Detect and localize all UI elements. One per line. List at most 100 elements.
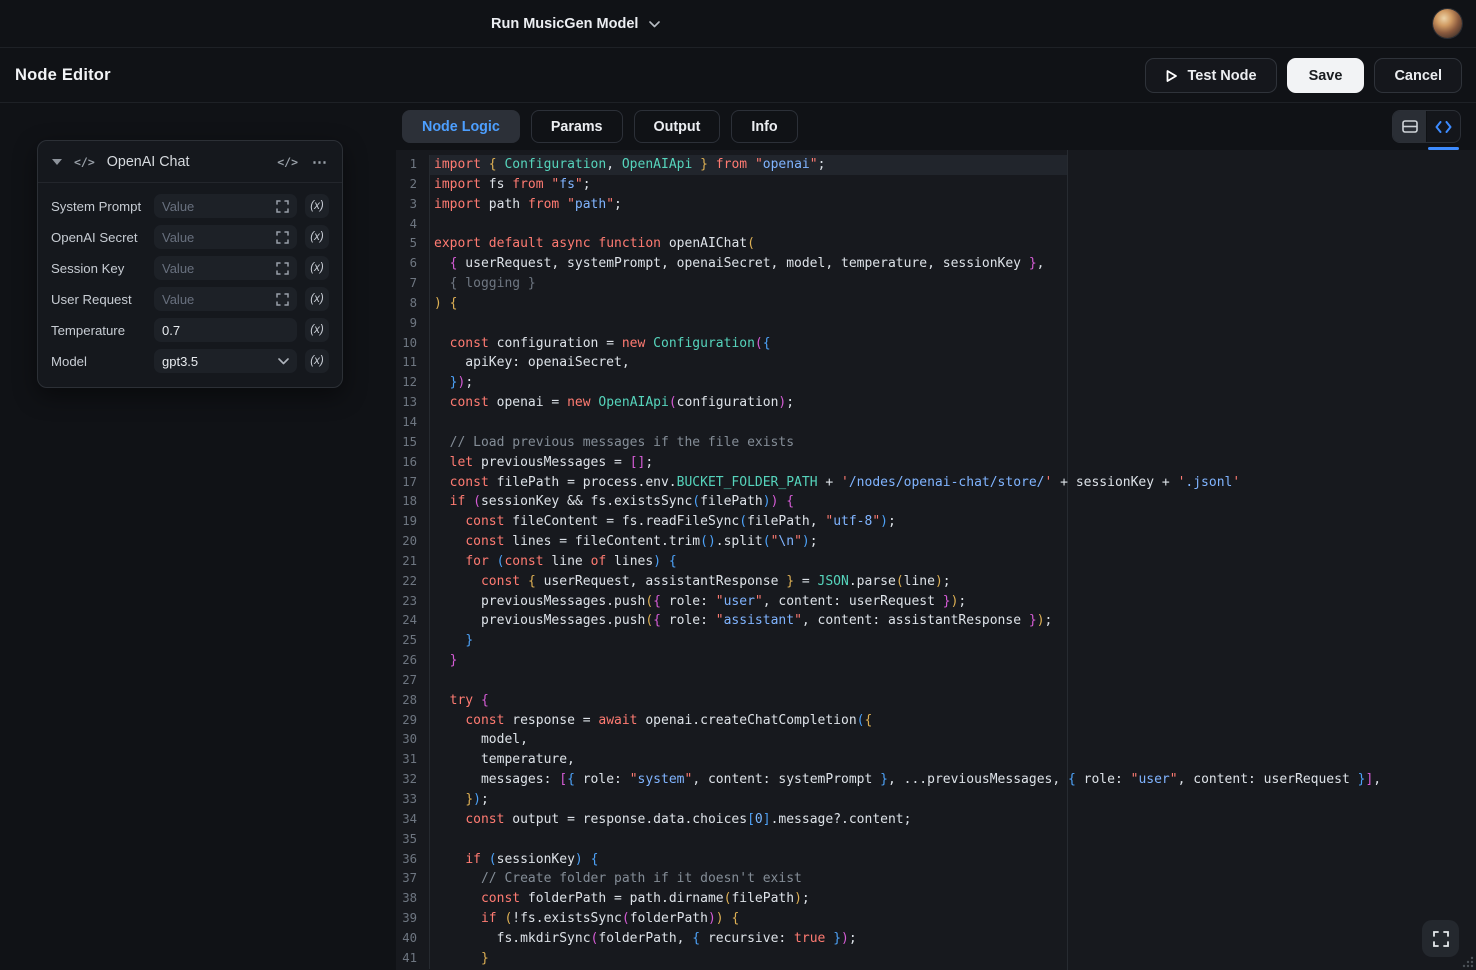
collapse-caret-icon[interactable] — [52, 159, 62, 165]
code-text: const configuration = new Configuration(… — [430, 334, 771, 354]
code-text: import fs from "fs"; — [430, 175, 591, 195]
node-menu-button[interactable]: ⋯ — [312, 153, 328, 171]
line-number: 40 — [396, 929, 430, 949]
code-line: 19 const fileContent = fs.readFileSync(f… — [396, 512, 1476, 532]
fx-button[interactable]: (x) — [305, 349, 329, 373]
line-number: 34 — [396, 810, 430, 830]
play-icon — [1165, 69, 1178, 83]
cancel-button[interactable]: Cancel — [1374, 58, 1462, 93]
expand-icon[interactable] — [276, 262, 289, 275]
node-card-actions: </> ⋯ — [277, 153, 328, 171]
code-view-icon — [1435, 121, 1452, 133]
field-row-session-key: Session Key Value (x) — [51, 256, 329, 280]
field-row-temperature: Temperature 0.7 (x) — [51, 318, 329, 342]
code-text: const response = await openai.createChat… — [430, 711, 872, 731]
code-line: 26 } — [396, 651, 1476, 671]
workflow-title: Run MusicGen Model — [491, 16, 638, 32]
code-line: 33 }); — [396, 790, 1476, 810]
field-value: Value — [162, 199, 270, 214]
line-number: 12 — [396, 373, 430, 393]
code-line: 9 — [396, 314, 1476, 334]
code-line: 4 — [396, 215, 1476, 235]
expand-icon[interactable] — [276, 293, 289, 306]
chevron-down-icon — [649, 21, 660, 28]
field-value: Value — [162, 261, 270, 276]
code-line: 1import { Configuration, OpenAIApi } fro… — [396, 155, 1476, 175]
line-number: 36 — [396, 850, 430, 870]
fx-button[interactable]: (x) — [305, 318, 329, 342]
system-prompt-input[interactable]: Value — [154, 194, 297, 218]
save-button[interactable]: Save — [1287, 58, 1365, 93]
code-line: 37 // Create folder path if it doesn't e… — [396, 869, 1476, 889]
expand-icon[interactable] — [276, 200, 289, 213]
code-line: 3import path from "path"; — [396, 195, 1476, 215]
code-text: } — [430, 631, 473, 651]
node-card: </> OpenAI Chat </> ⋯ System Prompt Valu… — [37, 140, 343, 388]
tabs-row: Node Logic Params Output Info — [396, 103, 1476, 150]
code-line: 10 const configuration = new Configurati… — [396, 334, 1476, 354]
line-number: 6 — [396, 254, 430, 274]
edit-code-button[interactable]: </> — [277, 155, 298, 169]
code-line: 6 { userRequest, systemPrompt, openaiSec… — [396, 254, 1476, 274]
code-text: model, — [430, 730, 528, 750]
resize-grip[interactable] — [1462, 956, 1474, 968]
openai-secret-input[interactable]: Value — [154, 225, 297, 249]
line-number: 24 — [396, 611, 430, 631]
split-view-button[interactable] — [1393, 111, 1426, 142]
tab-info[interactable]: Info — [731, 110, 797, 143]
line-number: 23 — [396, 592, 430, 612]
code-view-button[interactable] — [1427, 111, 1460, 142]
line-number: 27 — [396, 671, 430, 691]
fullscreen-button[interactable] — [1422, 920, 1459, 957]
line-number: 10 — [396, 334, 430, 354]
field-label: OpenAI Secret — [51, 230, 154, 245]
code-line: 32 messages: [{ role: "system", content:… — [396, 770, 1476, 790]
fullscreen-icon — [1433, 931, 1449, 947]
fx-button[interactable]: (x) — [305, 225, 329, 249]
avatar[interactable] — [1433, 9, 1462, 38]
code-line: 2import fs from "fs"; — [396, 175, 1476, 195]
field-label: Temperature — [51, 323, 154, 338]
field-value: gpt3.5 — [162, 354, 272, 369]
model-input[interactable]: gpt3.5 — [154, 349, 297, 373]
field-label: System Prompt — [51, 199, 154, 214]
code-line: 5export default async function openAICha… — [396, 234, 1476, 254]
test-node-button[interactable]: Test Node — [1145, 58, 1277, 93]
workflow-switcher[interactable]: Run MusicGen Model — [491, 0, 660, 48]
fx-button[interactable]: (x) — [305, 256, 329, 280]
line-number: 18 — [396, 492, 430, 512]
tab-node-logic[interactable]: Node Logic — [402, 110, 520, 143]
code-editor[interactable]: 1import { Configuration, OpenAIApi } fro… — [396, 150, 1476, 970]
fx-button[interactable]: (x) — [305, 194, 329, 218]
line-number: 35 — [396, 830, 430, 850]
code-text: export default async function openAIChat… — [430, 234, 755, 254]
node-title: OpenAI Chat — [107, 154, 190, 170]
line-number: 19 — [396, 512, 430, 532]
line-number: 39 — [396, 909, 430, 929]
node-fields: System Prompt Value (x) OpenAI Secret Va… — [38, 183, 342, 387]
code-line: 25 } — [396, 631, 1476, 651]
expand-icon[interactable] — [276, 231, 289, 244]
code-line: 30 model, — [396, 730, 1476, 750]
code-line: 8) { — [396, 294, 1476, 314]
tab-output[interactable]: Output — [634, 110, 721, 143]
code-text: try { — [430, 691, 489, 711]
field-label: Model — [51, 354, 154, 369]
code-text: import path from "path"; — [430, 195, 622, 215]
code-text — [430, 413, 434, 433]
line-number: 9 — [396, 314, 430, 334]
temperature-input[interactable]: 0.7 — [154, 318, 297, 342]
line-number: 25 — [396, 631, 430, 651]
line-number: 37 — [396, 869, 430, 889]
fx-button[interactable]: (x) — [305, 287, 329, 311]
code-text: apiKey: openaiSecret, — [430, 353, 630, 373]
field-value: Value — [162, 292, 270, 307]
session-key-input[interactable]: Value — [154, 256, 297, 280]
field-row-model: Model gpt3.5 (x) — [51, 349, 329, 373]
user-request-input[interactable]: Value — [154, 287, 297, 311]
code-line: 21 for (const line of lines) { — [396, 552, 1476, 572]
tab-params[interactable]: Params — [531, 110, 623, 143]
code-text: temperature, — [430, 750, 575, 770]
code-text: }); — [430, 373, 473, 393]
code-text: if (sessionKey) { — [430, 850, 598, 870]
